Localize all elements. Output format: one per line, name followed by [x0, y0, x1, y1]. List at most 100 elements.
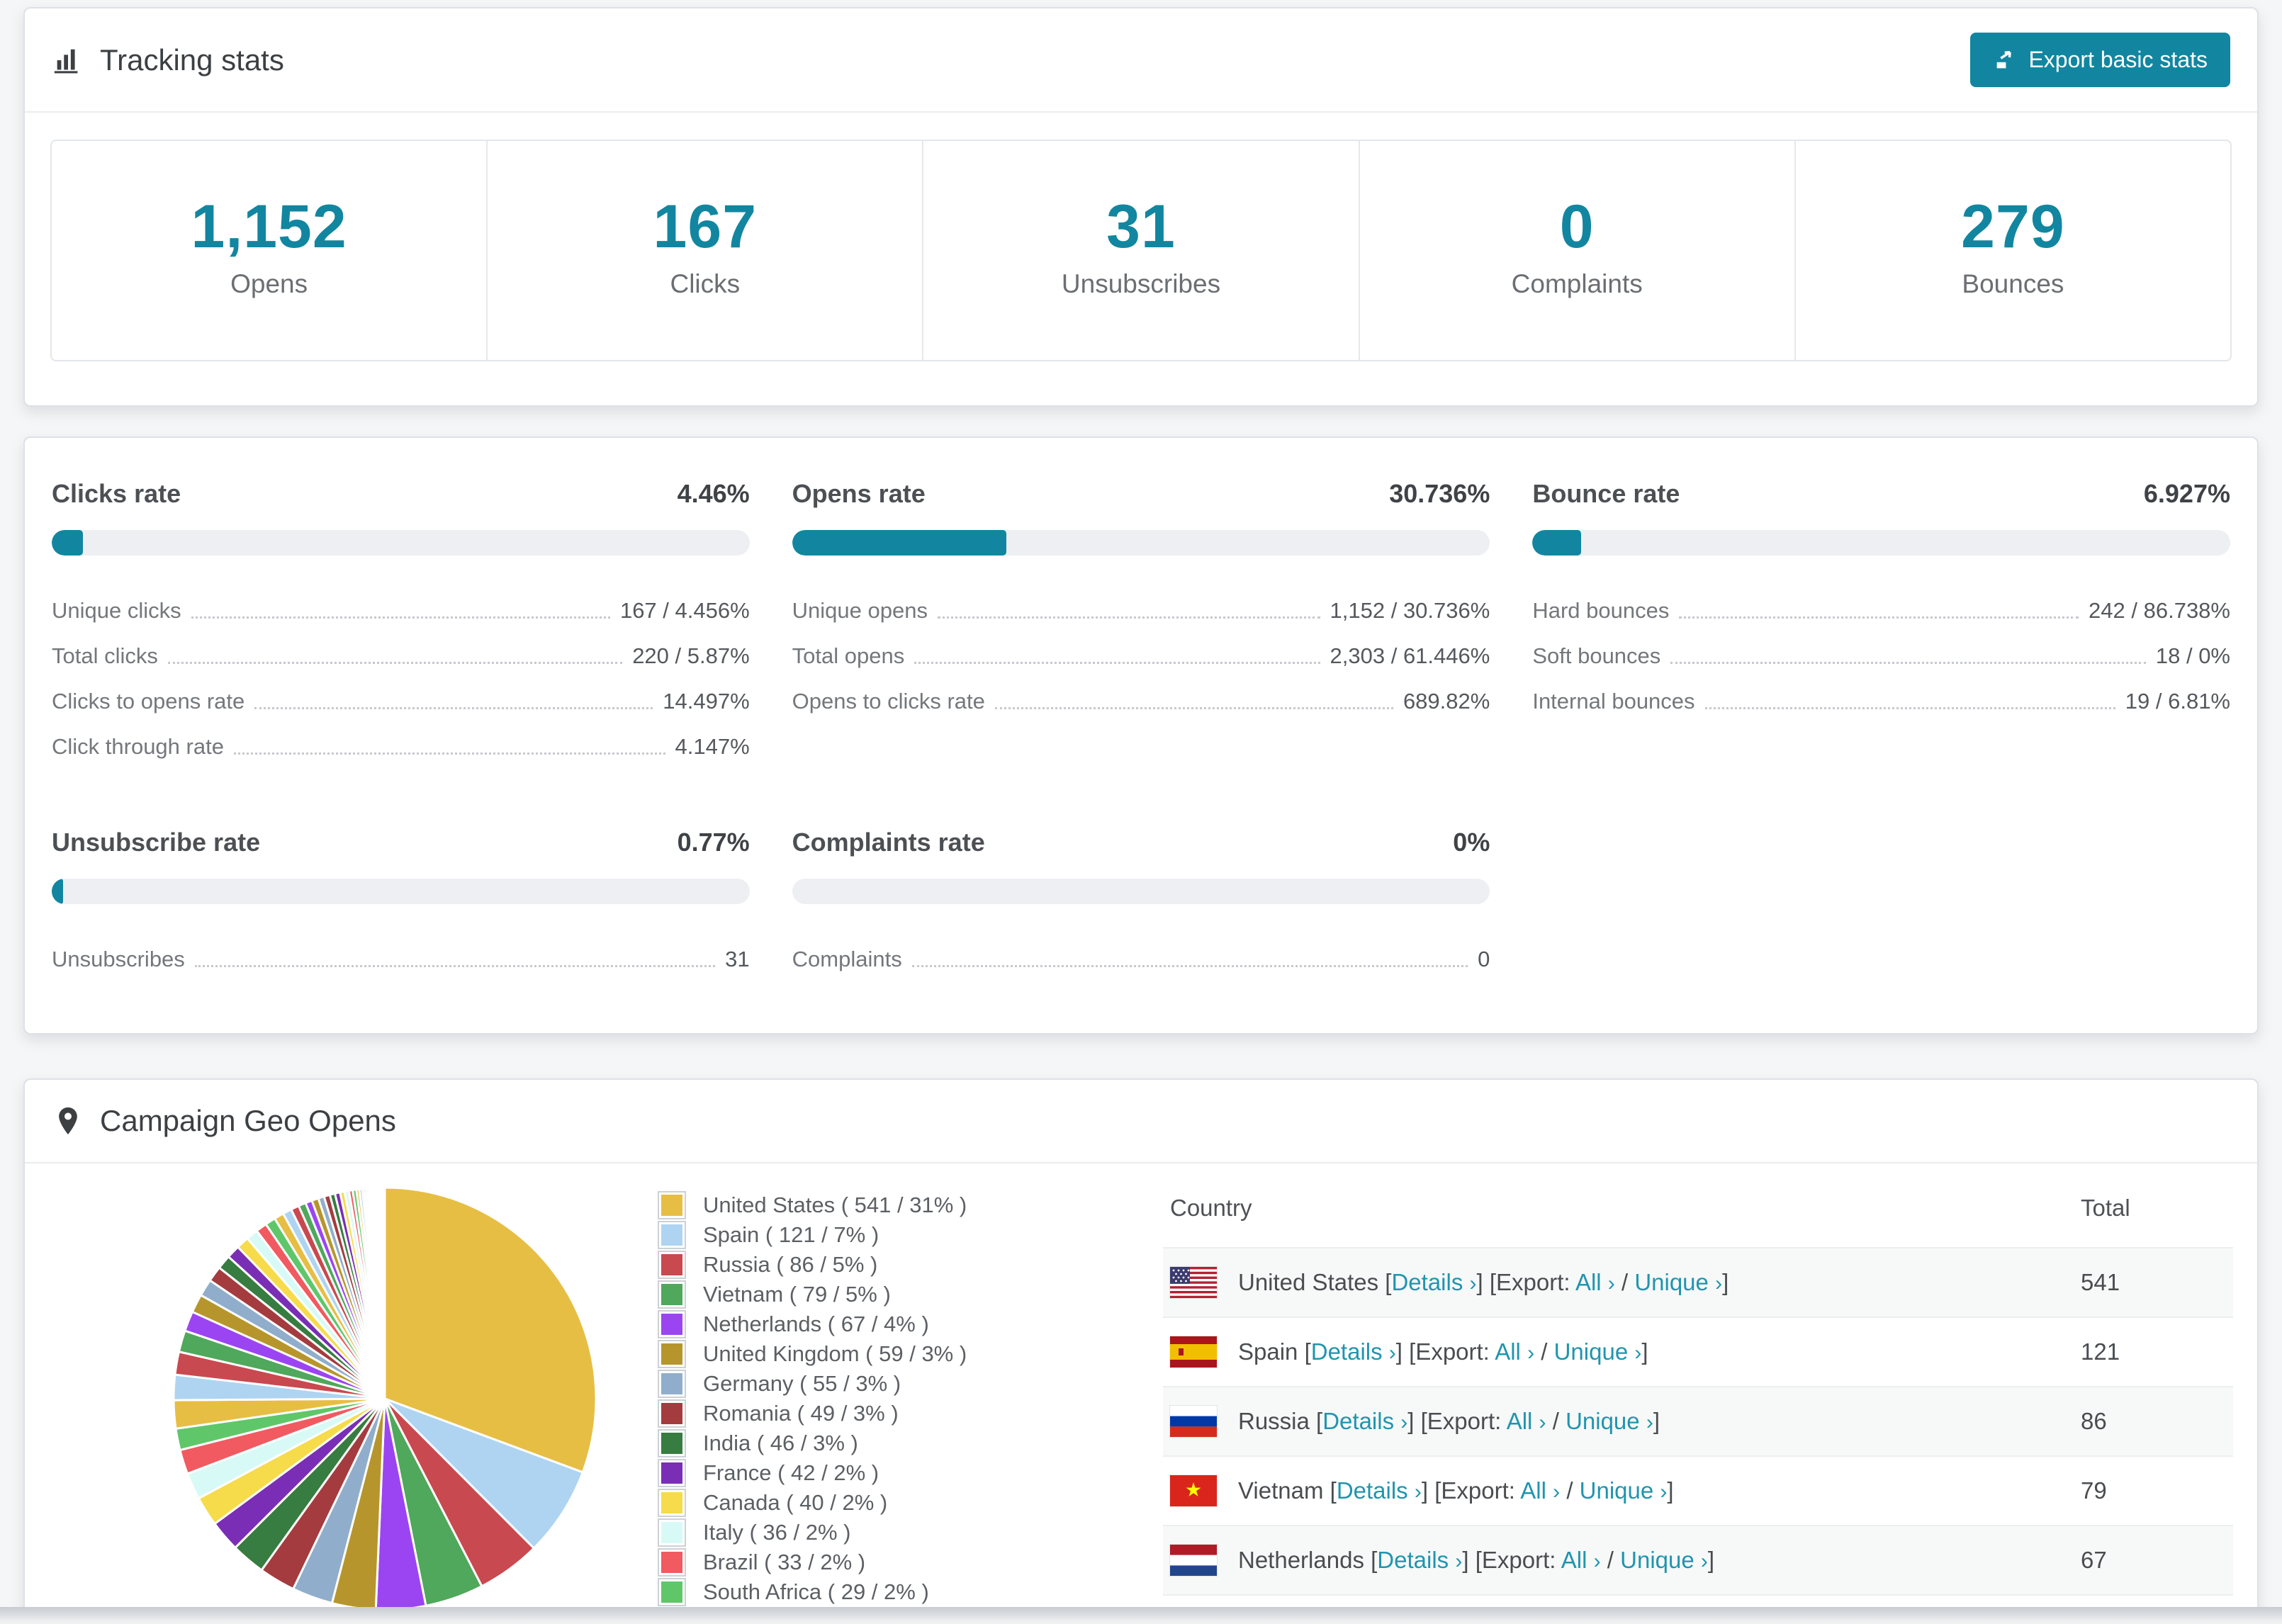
unsubscribe-rate-title: Unsubscribe rate [52, 828, 261, 857]
stats-summary-row: 1,152 Opens 167 Clicks 31 Unsubscribes 0… [50, 140, 2232, 361]
map-pin-icon [59, 1107, 77, 1135]
export-all-link[interactable]: All › [1507, 1408, 1546, 1434]
details-link[interactable]: Details › [1377, 1547, 1462, 1573]
export-unique-link[interactable]: Unique › [1580, 1477, 1668, 1504]
geo-country-table: Country Total United States [Details ›] … [1163, 1163, 2233, 1624]
kv-opens-to-clicks: Opens to clicks rate 689.82% [792, 689, 1490, 714]
legend-item-united-kingdom[interactable]: United Kingdom ( 59 / 3% ) [658, 1339, 1111, 1369]
table-row-russia: Russia [Details ›] [Export: All › / Uniq… [1163, 1387, 2233, 1456]
kv-unsubscribes: Unsubscribes 31 [52, 947, 750, 971]
country-cell-text: Netherlands [Details ›] [Export: All › /… [1238, 1547, 1715, 1573]
legend-swatch [658, 1191, 686, 1219]
legend-item-india[interactable]: India ( 46 / 3% ) [658, 1428, 1111, 1458]
stat-complaints-label: Complaints [1511, 269, 1643, 298]
column-header-total: Total [2081, 1195, 2130, 1221]
complaints-rate-value: 0% [1453, 828, 1490, 857]
stat-clicks-label: Clicks [670, 269, 741, 298]
chevron-right-icon: › [1634, 1341, 1642, 1365]
details-link[interactable]: Details › [1311, 1338, 1396, 1365]
chevron-right-icon: › [1414, 1480, 1422, 1504]
export-unique-link[interactable]: Unique › [1620, 1547, 1708, 1573]
legend-item-canada[interactable]: Canada ( 40 / 2% ) [658, 1488, 1111, 1518]
opens-rate-block: Opens rate 30.736% Unique opens 1,152 / 3… [792, 479, 1490, 760]
legend-item-south-africa[interactable]: South Africa ( 29 / 2% ) [658, 1577, 1111, 1607]
total-cell: 79 [2081, 1477, 2107, 1504]
chevron-right-icon: › [1593, 1550, 1601, 1573]
kv-total-opens: Total opens 2,303 / 61.446% [792, 643, 1490, 668]
stat-unsubscribes-value: 31 [1106, 193, 1176, 261]
export-all-link[interactable]: All › [1520, 1477, 1560, 1504]
export-basic-stats-button[interactable]: Export basic stats [1970, 33, 2230, 87]
stat-opens-label: Opens [230, 269, 308, 298]
us-flag-icon [1170, 1267, 1217, 1298]
page-title: Tracking stats [100, 43, 284, 77]
geo-legend: United States ( 541 / 31% ) Spain ( 121 … [658, 1163, 1111, 1607]
legend-item-spain[interactable]: Spain ( 121 / 7% ) [658, 1220, 1111, 1250]
country-cell-text: Russia [Details ›] [Export: All › / Uniq… [1238, 1408, 1660, 1434]
tracking-stats-header: Tracking stats Export basic stats [25, 9, 2257, 111]
details-link[interactable]: Details › [1322, 1408, 1407, 1434]
export-all-link[interactable]: All › [1575, 1269, 1615, 1295]
export-unique-link[interactable]: Unique › [1554, 1338, 1642, 1365]
bounce-rate-progressbar [1532, 530, 2230, 556]
legend-item-brazil[interactable]: Brazil ( 33 / 2% ) [658, 1547, 1111, 1577]
legend-swatch [658, 1280, 686, 1309]
details-link[interactable]: Details › [1391, 1269, 1476, 1295]
complaints-rate-title: Complaints rate [792, 828, 985, 857]
nl-flag-icon [1170, 1545, 1217, 1576]
legend-swatch [658, 1518, 686, 1547]
chevron-right-icon: › [1455, 1550, 1463, 1573]
details-link[interactable]: Details › [1337, 1477, 1422, 1504]
chevron-right-icon: › [1469, 1272, 1477, 1295]
legend-item-united-states[interactable]: United States ( 541 / 31% ) [658, 1190, 1111, 1220]
legend-swatch [658, 1578, 686, 1606]
legend-item-netherlands[interactable]: Netherlands ( 67 / 4% ) [658, 1309, 1111, 1339]
legend-swatch [658, 1221, 686, 1249]
export-unique-link[interactable]: Unique › [1634, 1269, 1722, 1295]
bar-chart-icon [54, 49, 78, 73]
stat-clicks-value: 167 [653, 193, 758, 261]
legend-item-russia[interactable]: Russia ( 86 / 5% ) [658, 1250, 1111, 1280]
chevron-right-icon: › [1553, 1480, 1561, 1504]
kv-internal-bounces: Internal bounces 19 / 6.81% [1532, 689, 2230, 714]
complaints-rate-progressbar [792, 879, 1490, 904]
viewport-bottom-strip [0, 1607, 2282, 1624]
legend-swatch [658, 1399, 686, 1428]
total-cell: 121 [2081, 1338, 2120, 1365]
legend-item-vietnam[interactable]: Vietnam ( 79 / 5% ) [658, 1280, 1111, 1309]
complaints-rate-block: Complaints rate 0% Complaints 0 [792, 828, 1490, 972]
bounce-rate-value: 6.927% [2143, 479, 2230, 508]
opens-rate-value: 30.736% [1389, 479, 1490, 508]
table-header-row: Country Total [1163, 1163, 2233, 1248]
legend-swatch [658, 1548, 686, 1577]
total-cell: 67 [2081, 1547, 2107, 1573]
export-button-label: Export basic stats [2028, 47, 2208, 72]
country-cell-text: United States [Details ›] [Export: All ›… [1238, 1269, 1729, 1295]
chevron-right-icon: › [1400, 1411, 1408, 1434]
legend-item-romania[interactable]: Romania ( 49 / 3% ) [658, 1399, 1111, 1428]
kv-click-through: Click through rate 4.147% [52, 734, 750, 759]
legend-item-italy[interactable]: Italy ( 36 / 2% ) [658, 1518, 1111, 1547]
total-cell: 541 [2081, 1269, 2120, 1295]
legend-item-germany[interactable]: Germany ( 55 / 3% ) [658, 1369, 1111, 1399]
export-unique-link[interactable]: Unique › [1566, 1408, 1653, 1434]
legend-swatch [658, 1340, 686, 1368]
chevron-right-icon: › [1527, 1341, 1535, 1365]
export-all-link[interactable]: All › [1561, 1547, 1601, 1573]
vn-flag-icon [1170, 1475, 1217, 1506]
legend-swatch [658, 1429, 686, 1457]
column-header-country: Country [1170, 1195, 1252, 1221]
export-all-link[interactable]: All › [1495, 1338, 1534, 1365]
chevron-right-icon: › [1607, 1272, 1615, 1295]
stat-bounces-label: Bounces [1962, 269, 2064, 298]
chevron-right-icon: › [1700, 1550, 1708, 1573]
chevron-right-icon: › [1539, 1411, 1546, 1434]
unsubscribe-rate-value: 0.77% [677, 828, 750, 857]
chevron-right-icon: › [1646, 1411, 1653, 1434]
opens-rate-progressbar [792, 530, 1490, 556]
geo-pie-chart[interactable] [25, 1163, 605, 1622]
table-row-spain: Spain [Details ›] [Export: All › / Uniqu… [1163, 1317, 2233, 1387]
legend-swatch [658, 1310, 686, 1338]
rates-card: Clicks rate 4.46% Unique clicks 167 / 4.4… [23, 436, 2259, 1034]
legend-item-france[interactable]: France ( 42 / 2% ) [658, 1458, 1111, 1488]
